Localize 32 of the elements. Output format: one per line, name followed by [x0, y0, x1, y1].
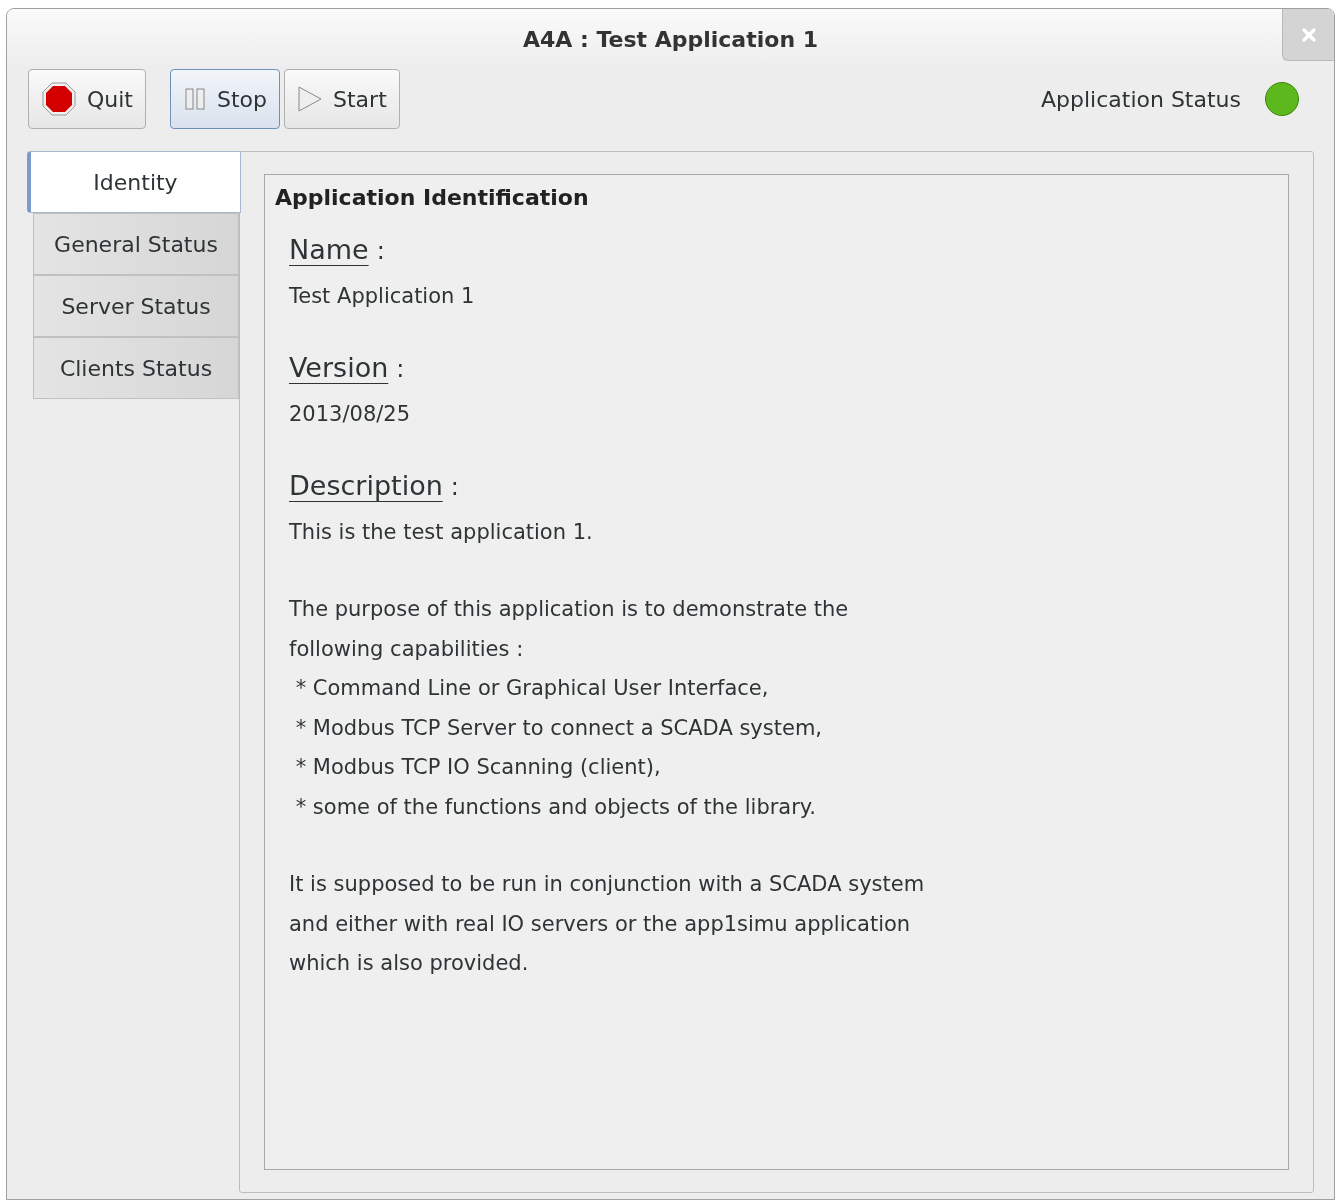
play-icon — [297, 85, 323, 113]
text-line: It is supposed to be run in conjunction with a SCADA system — [289, 871, 926, 898]
text-line: 2013/08/25 — [289, 400, 412, 428]
text-line: * Modbus TCP IO Scanning (client), — [294, 754, 662, 781]
pause-icon — [183, 87, 207, 111]
tab[interactable]: Clients Status — [33, 337, 239, 399]
text-line: The purpose of this application is to demonstrate the — [289, 596, 850, 623]
text-line: * Modbus TCP Server to connect a SCADA system, — [294, 714, 824, 742]
field-label: Name — [289, 233, 369, 267]
stop-button[interactable]: Stop — [170, 69, 280, 129]
text-line: which is also provided. — [289, 950, 530, 977]
text-line: following capabilities : — [289, 635, 525, 663]
group-title: Application Identification — [275, 184, 590, 212]
colon: : — [396, 354, 405, 385]
text-line: * Command Line or Graphical User Interface, — [294, 675, 770, 702]
field-label: Version — [289, 351, 389, 385]
tab[interactable]: Identity — [27, 151, 241, 213]
text-line: Test Application 1 — [289, 282, 476, 310]
quit-button[interactable]: Quit — [28, 69, 146, 129]
close-button[interactable] — [1282, 9, 1334, 61]
field-label: Description — [289, 469, 443, 503]
window-title: A4A : Test Application 1 — [522, 25, 818, 54]
status-label: Application Status — [1040, 85, 1241, 114]
start-button[interactable]: Start — [284, 69, 400, 129]
stop-sign-icon — [41, 81, 77, 117]
tab[interactable]: Server Status — [33, 275, 239, 337]
text-line: * some of the functions and objects of the library. — [294, 793, 817, 821]
tab[interactable]: General Status — [33, 213, 239, 275]
colon: : — [450, 472, 459, 503]
colon: : — [376, 236, 385, 267]
text-line: and either with real IO servers or the app1simu application — [289, 910, 912, 938]
text-line: This is the test application 1. — [289, 518, 594, 546]
